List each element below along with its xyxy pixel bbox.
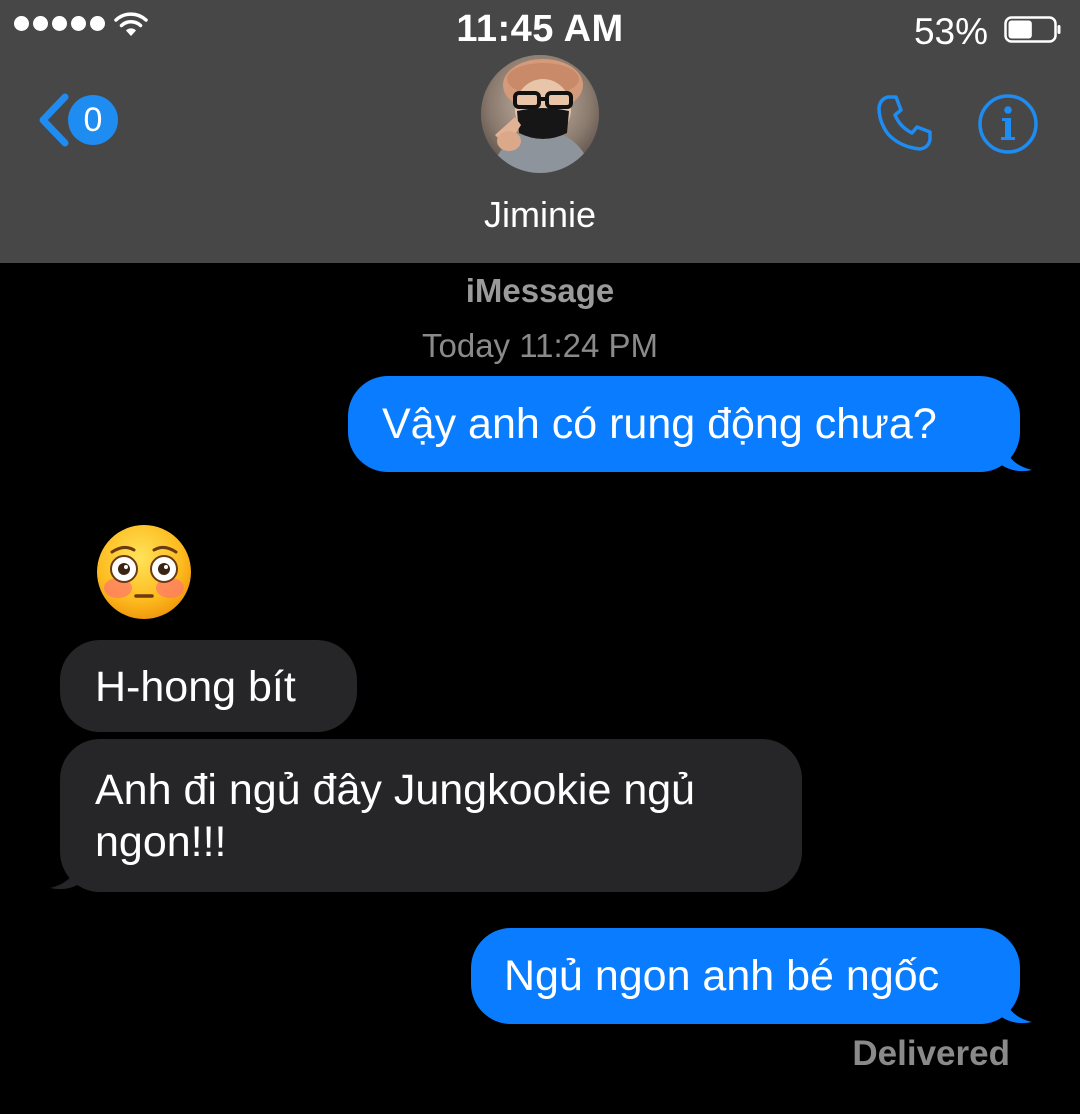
unread-count-badge: 0	[68, 95, 118, 145]
delivery-status: Delivered	[852, 1034, 1010, 1073]
service-label: iMessage	[465, 272, 615, 309]
back-button[interactable]: 0	[36, 93, 118, 147]
message-timestamp: Today 11:24 PM	[421, 327, 659, 364]
outgoing-message-bubble[interactable]: Vậy anh có rung động chưa?	[348, 376, 1020, 472]
bubble-tail	[50, 858, 82, 890]
bubble-tail	[1000, 440, 1032, 472]
conversation-header: 11:45 AM 53% 0 Jiminie	[0, 0, 1080, 263]
chevron-left-icon	[39, 93, 69, 147]
contact-name[interactable]: Jiminie	[0, 194, 1080, 236]
bubble-tail	[1000, 992, 1032, 1024]
contact-avatar[interactable]	[481, 55, 599, 173]
flushed-face-emoji[interactable]	[94, 522, 194, 622]
battery-icon	[1004, 16, 1061, 43]
battery-percent: 53%	[913, 11, 988, 52]
imessage-screen: 11:45 AM 53% 0 Jiminie iMessage Today 11…	[0, 0, 1080, 1114]
info-icon[interactable]	[977, 93, 1039, 155]
status-bar: 11:45 AM 53%	[0, 0, 1080, 62]
phone-icon[interactable]	[874, 92, 936, 154]
outgoing-message-bubble[interactable]: Ngủ ngon anh bé ngốc	[471, 928, 1020, 1024]
avatar-photo	[481, 55, 599, 173]
incoming-message-bubble[interactable]: Anh đi ngủ đây Jungkookie ngủ ngon!!!	[60, 739, 802, 892]
incoming-message-bubble[interactable]: H-hong bít	[60, 640, 357, 732]
